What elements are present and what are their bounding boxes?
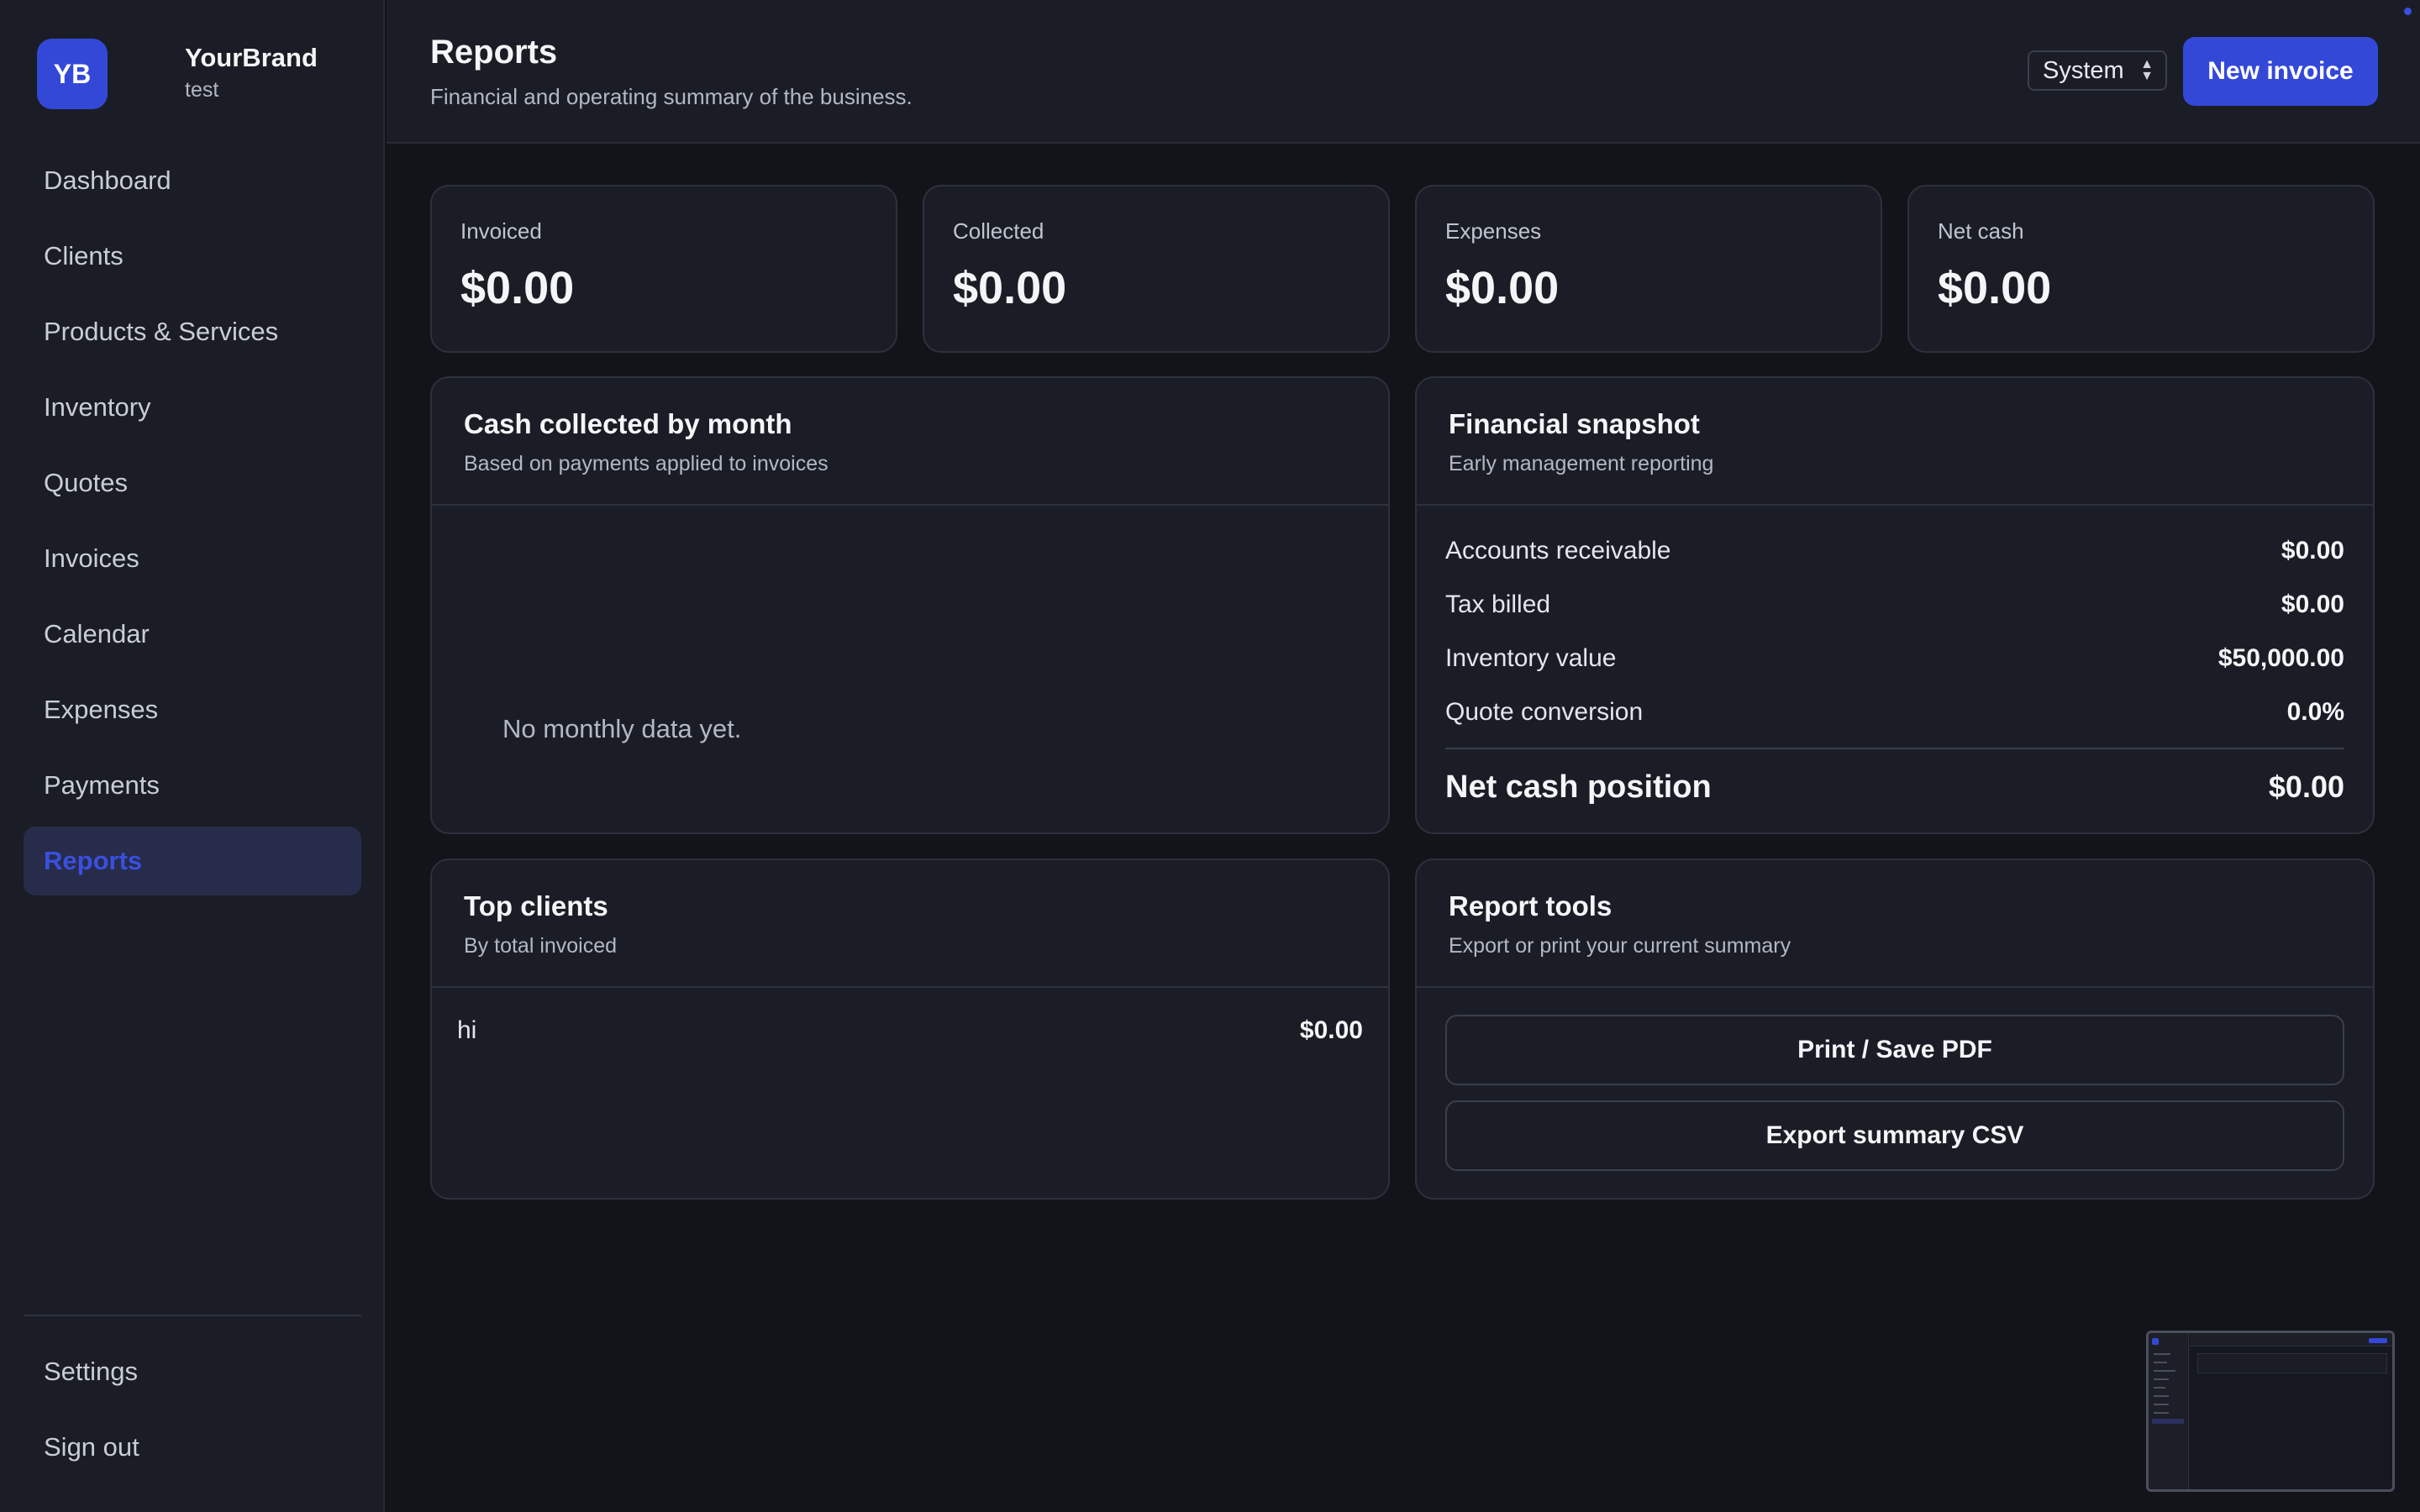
thumbnail-sidebar <box>2149 1333 2189 1489</box>
empty-state-message: No monthly data yet. <box>502 714 742 743</box>
thumbnail-line <box>2154 1387 2165 1389</box>
snapshot-label: Accounts receivable <box>1445 537 1671 564</box>
sidebar-item-clients[interactable]: Clients <box>24 222 361 291</box>
theme-select-value: System <box>2043 56 2124 84</box>
sidebar-item-inventory[interactable]: Inventory <box>24 373 361 442</box>
panel-divider <box>432 986 1388 988</box>
sidebar-bottom-nav: Settings Sign out <box>24 1337 361 1488</box>
brand-logo: YB <box>37 39 108 109</box>
stat-card-collected: Collected $0.00 <box>923 185 1390 353</box>
sidebar-item-sign-out[interactable]: Sign out <box>24 1413 361 1482</box>
page-title: Reports <box>430 34 558 71</box>
stat-value: $0.00 <box>460 263 575 313</box>
sidebar-item-payments[interactable]: Payments <box>24 751 361 820</box>
client-name: hi <box>457 1016 477 1044</box>
screenshot-thumbnail[interactable] <box>2146 1331 2395 1492</box>
print-save-pdf-button[interactable]: Print / Save PDF <box>1445 1015 2344 1085</box>
brand: YB YourBrand test <box>37 39 318 109</box>
sidebar-item-invoices[interactable]: Invoices <box>24 524 361 593</box>
thumbnail-line <box>2154 1353 2170 1355</box>
thumbnail-line <box>2154 1404 2169 1405</box>
sidebar-item-expenses[interactable]: Expenses <box>24 675 361 744</box>
snapshot-label: Inventory value <box>1445 644 1617 672</box>
thumbnail-line <box>2154 1370 2175 1372</box>
panel-title: Top clients <box>464 890 608 921</box>
new-invoice-button[interactable]: New invoice <box>2183 37 2378 106</box>
page-subtitle: Financial and operating summary of the b… <box>430 84 913 109</box>
stat-card-invoiced: Invoiced $0.00 <box>430 185 897 353</box>
status-dot <box>2404 8 2412 15</box>
panel-subtitle: Export or print your current summary <box>1449 934 1791 958</box>
stat-value: $0.00 <box>1445 263 1560 313</box>
panel-subtitle: Based on payments applied to invoices <box>464 452 829 475</box>
thumbnail-header <box>2190 1333 2392 1347</box>
chevron-up-down-icon: ▲ ▼ <box>2140 57 2154 83</box>
snapshot-label: Tax billed <box>1445 591 1551 618</box>
snapshot-row: Inventory value $50,000.00 <box>1445 640 2344 677</box>
snapshot-value: $0.00 <box>2281 537 2344 564</box>
stat-label: Expenses <box>1445 218 1542 244</box>
snapshot-total-label: Net cash position <box>1445 769 1712 805</box>
stat-label: Invoiced <box>460 218 542 244</box>
panel-title: Report tools <box>1449 890 1612 921</box>
snapshot-value: $50,000.00 <box>2217 644 2344 672</box>
client-amount: $0.00 <box>1299 1016 1363 1044</box>
snapshot-value: 0.0% <box>2286 698 2344 726</box>
stat-card-net-cash: Net cash $0.00 <box>1907 185 2375 353</box>
panel-title: Cash collected by month <box>464 408 792 439</box>
thumbnail-line <box>2154 1412 2169 1414</box>
snapshot-row: Quote conversion 0.0% <box>1445 694 2344 731</box>
thumbnail-logo <box>2152 1338 2159 1345</box>
snapshot-row: Accounts receivable $0.00 <box>1445 533 2344 570</box>
panel-divider <box>432 504 1388 506</box>
thumbnail-line <box>2154 1378 2169 1380</box>
snapshot-total-row: Net cash position $0.00 <box>1445 766 2344 808</box>
thumbnail-table <box>2197 1353 2387 1373</box>
page-header: Reports Financial and operating summary … <box>387 0 2420 144</box>
export-summary-csv-button[interactable]: Export summary CSV <box>1445 1100 2344 1171</box>
snapshot-total-value: $0.00 <box>2268 769 2344 804</box>
panel-divider <box>1417 986 2373 988</box>
theme-select[interactable]: System ▲ ▼ <box>2028 50 2167 91</box>
snapshot-value: $0.00 <box>2281 591 2344 618</box>
top-clients-panel: Top clients By total invoiced hi $0.00 <box>430 858 1390 1200</box>
snapshot-label: Quote conversion <box>1445 698 1644 726</box>
stat-value: $0.00 <box>953 263 1067 313</box>
main-content: Reports Financial and operating summary … <box>387 0 2420 1512</box>
sidebar-item-dashboard[interactable]: Dashboard <box>24 146 361 215</box>
panel-subtitle: Early management reporting <box>1449 452 1714 475</box>
sidebar-item-reports[interactable]: Reports <box>24 827 361 895</box>
thumbnail-button <box>2369 1338 2387 1343</box>
panel-subtitle: By total invoiced <box>464 934 618 958</box>
thumbnail-line <box>2154 1395 2169 1397</box>
sidebar-nav: Dashboard Clients Products & Services In… <box>24 146 361 902</box>
stat-label: Collected <box>953 218 1044 244</box>
sidebar-divider <box>24 1315 361 1316</box>
thumbnail-active-item <box>2152 1419 2184 1424</box>
snapshot-row: Tax billed $0.00 <box>1445 586 2344 623</box>
snapshot-divider <box>1445 748 2344 749</box>
stat-value: $0.00 <box>1938 263 2052 313</box>
sidebar: YB YourBrand test Dashboard Clients Prod… <box>0 0 385 1512</box>
sidebar-item-settings[interactable]: Settings <box>24 1337 361 1406</box>
sidebar-item-quotes[interactable]: Quotes <box>24 449 361 517</box>
cash-by-month-panel: Cash collected by month Based on payment… <box>430 376 1390 834</box>
sidebar-item-products-services[interactable]: Products & Services <box>24 297 361 366</box>
panel-title: Financial snapshot <box>1449 408 1700 439</box>
stat-label: Net cash <box>1938 218 2024 244</box>
financial-snapshot-panel: Financial snapshot Early management repo… <box>1415 376 2375 834</box>
sidebar-item-calendar[interactable]: Calendar <box>24 600 361 669</box>
stat-card-expenses: Expenses $0.00 <box>1415 185 1882 353</box>
thumbnail-line <box>2154 1362 2167 1363</box>
panel-divider <box>1417 504 2373 506</box>
report-tools-panel: Report tools Export or print your curren… <box>1415 858 2375 1200</box>
list-item: hi $0.00 <box>457 1016 1363 1045</box>
